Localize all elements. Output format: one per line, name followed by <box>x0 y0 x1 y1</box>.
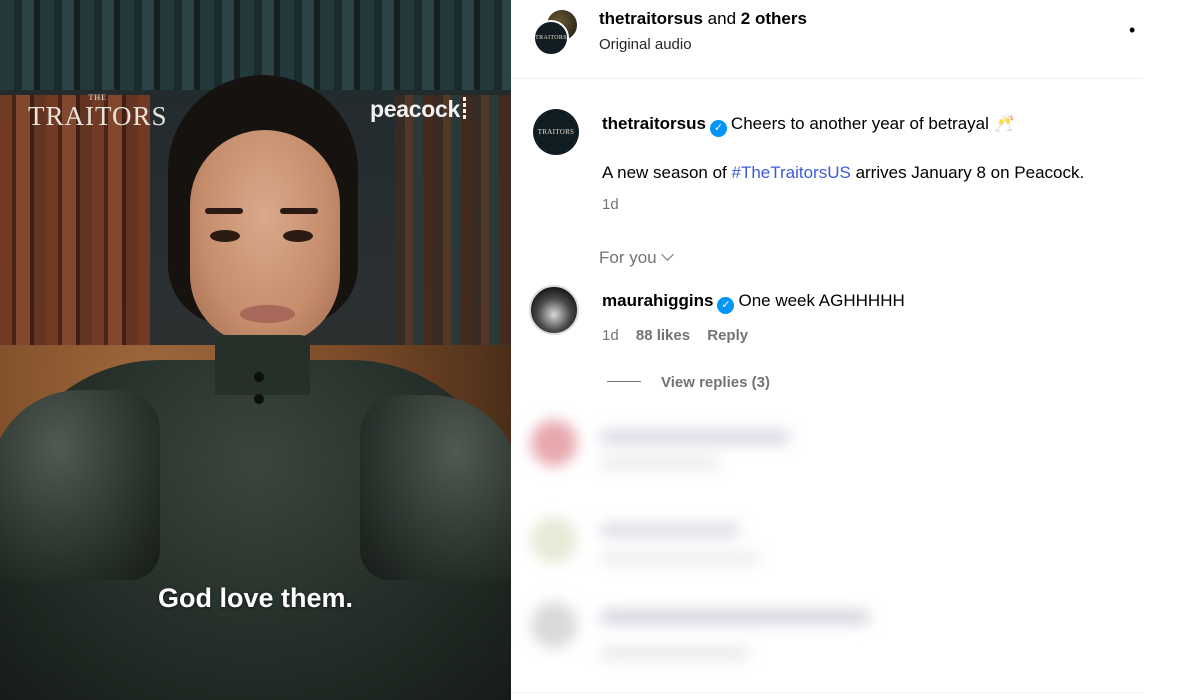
right-eye <box>283 230 313 242</box>
caption-text: Cheers to another year of betrayal 🥂 <box>730 114 1015 133</box>
left-eye <box>210 230 240 242</box>
caption-line2-suffix: arrives January 8 on Peacock. <box>850 163 1085 182</box>
caption-timestamp[interactable]: 1d <box>602 196 619 213</box>
blurred-line <box>600 456 720 470</box>
blurred-avatar <box>531 602 577 648</box>
comment-likes[interactable]: 88 likes <box>636 327 690 344</box>
left-shoulder <box>0 390 160 580</box>
avatar-logo-text: TRAITORS <box>535 35 567 41</box>
blurred-avatar <box>531 420 577 466</box>
collar-button <box>254 394 264 404</box>
comment-item: maurahiggins ✓ One week AGHHHHH 1d 88 like… <box>529 285 1149 355</box>
right-brow <box>280 208 318 214</box>
post-header: TRAITORS thetraitorsus and 2 others Orig… <box>511 0 1143 79</box>
chevron-down-icon <box>660 248 674 261</box>
verified-badge-icon: ✓ <box>717 297 735 314</box>
header-title[interactable]: thetraitorsus and 2 others <box>599 9 807 29</box>
blurred-comment <box>525 505 875 595</box>
post-video[interactable]: THE TRAITORS peacock God love them. <box>0 0 511 700</box>
original-audio-link[interactable]: Original audio <box>599 36 692 53</box>
blurred-avatar <box>531 517 577 563</box>
lips <box>240 305 295 323</box>
view-replies-button[interactable]: View replies (3) <box>607 374 770 391</box>
header-username[interactable]: thetraitorsus <box>599 9 703 28</box>
caption-line-2: A new season of #TheTraitorsUS arrives J… <box>602 163 1084 183</box>
collab-avatars[interactable]: TRAITORS <box>533 8 581 56</box>
replies-line <box>607 381 641 382</box>
blurred-line <box>600 430 790 444</box>
avatar-logo-text: TRAITORS <box>537 128 575 136</box>
comment-meta: 1d 88 likes Reply <box>602 327 761 344</box>
blurred-comment <box>525 590 905 680</box>
comment-time[interactable]: 1d <box>602 327 619 344</box>
header-and: and <box>707 9 737 28</box>
logo-main: TRAITORS <box>28 101 168 131</box>
collab-avatar-front[interactable]: TRAITORS <box>533 20 569 56</box>
post-side-panel: TRAITORS thetraitorsus and 2 others Orig… <box>511 0 1200 700</box>
commenter-username[interactable]: maurahiggins <box>602 291 713 310</box>
caption-avatar[interactable]: TRAITORS <box>533 109 579 155</box>
verified-badge-icon: ✓ <box>709 120 727 137</box>
peacock-bars-icon <box>462 97 466 121</box>
traitors-logo: THE TRAITORS <box>28 94 168 131</box>
commenter-avatar[interactable] <box>529 285 579 335</box>
right-shoulder <box>360 395 511 580</box>
peacock-logo-text: peacock <box>370 96 460 122</box>
comment-reply-button[interactable]: Reply <box>707 327 748 344</box>
collar-button <box>254 372 264 382</box>
comment-sort-dropdown[interactable]: For you <box>599 248 674 268</box>
comment-text: One week AGHHHHH <box>738 291 905 310</box>
high-collar <box>215 335 310 395</box>
header-others-link[interactable]: 2 others <box>741 9 807 28</box>
blurred-line <box>600 551 760 565</box>
blurred-comment <box>525 408 875 498</box>
more-dots-icon[interactable]: • <box>1129 20 1149 44</box>
caption-username[interactable]: thetraitorsus <box>602 114 706 133</box>
hashtag-link[interactable]: #TheTraitorsUS <box>731 163 850 182</box>
video-subtitle: God love them. <box>157 583 354 613</box>
left-brow <box>205 208 243 214</box>
blurred-line <box>600 646 750 660</box>
caption-line2-prefix: A new season of <box>602 163 732 182</box>
view-replies-label: View replies (3) <box>661 374 770 391</box>
blurred-line <box>600 610 870 624</box>
blurred-line <box>600 523 740 537</box>
sort-label: For you <box>599 248 657 267</box>
panel-divider <box>511 692 1143 693</box>
peacock-logo: peacock <box>370 96 466 123</box>
